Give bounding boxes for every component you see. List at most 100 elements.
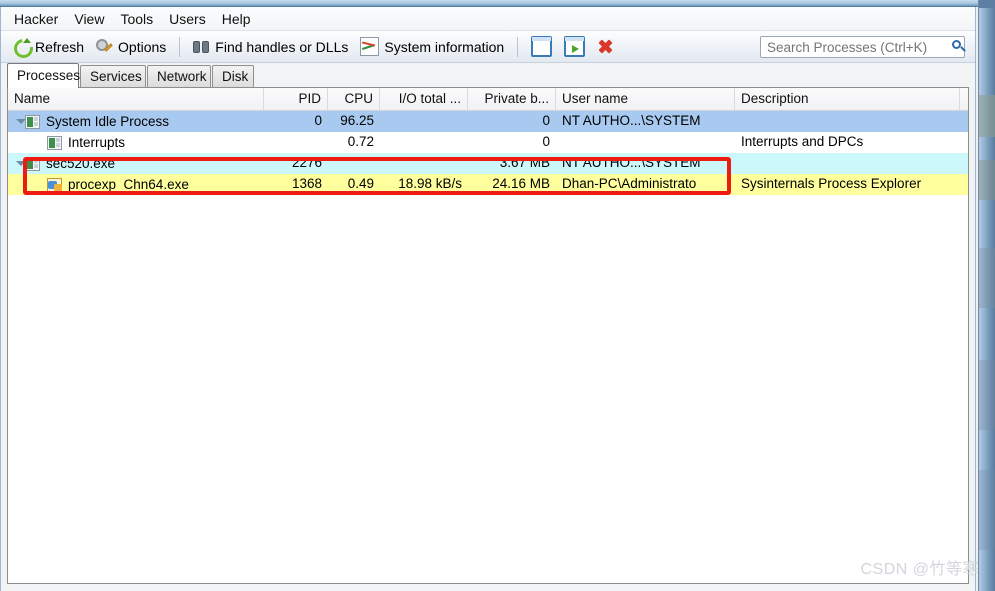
menu-users[interactable]: Users [161,8,214,30]
expander-icon[interactable] [14,111,26,132]
cell-private: 3.67 MB [499,155,550,170]
refresh-icon [13,38,31,55]
binoculars-icon [193,38,210,55]
options-button[interactable]: Options [90,35,172,58]
cell-user: NT AUTHO...\SYSTEM [562,113,701,128]
cell-cpu: 0.72 [347,134,374,149]
cell-description: Interrupts and DPCs [741,134,864,149]
app-icon [47,177,62,192]
process-name-label: System Idle Process [46,113,170,129]
process-icon [25,156,40,171]
search-box[interactable] [760,36,965,58]
desktop-background-strip [978,0,995,591]
cell-process-name: System Idle Process [8,111,264,132]
column-header-private[interactable]: Private b... [468,88,556,110]
cell-io [380,132,468,153]
refresh-label: Refresh [35,38,85,55]
table-row[interactable]: sec520.exe 2276 3.67 MB NT AUTHO...\SYSTEM [8,153,968,174]
table-row[interactable]: System Idle Process 0 96.25 0 NT AUTHO...\SY… [8,111,968,132]
tab-processes[interactable]: Processes [7,63,80,88]
show-window-button[interactable] [525,33,558,60]
column-header-name[interactable]: Name [8,88,264,110]
cell-pid: 1368 [291,176,322,191]
window-run-icon [564,36,586,57]
cell-io: 18.98 kB/s [398,176,462,191]
cell-user: Dhan-PC\Administrato [562,176,697,191]
process-name-label: sec520.exe [46,155,116,171]
cell-cpu: 0.49 [347,176,374,191]
desktop-band [978,160,995,200]
tab-strip: Processes Services Network Disk [1,63,975,88]
cell-process-name: sec520.exe [8,153,264,174]
search-input[interactable] [761,39,948,55]
search-icon[interactable] [948,37,970,57]
column-header-user[interactable]: User name [556,88,735,110]
cell-private: 0 [542,134,550,149]
toolbar-separator [517,36,519,57]
column-header-io[interactable]: I/O total ... [380,88,468,110]
process-list-header: Name PID CPU I/O total ... Private b... User … [8,88,968,111]
desktop-band [978,470,995,550]
cell-io [380,153,468,174]
window-icon [531,36,553,57]
process-name-label: procexp_Chn64.exe [68,176,189,192]
process-name-label: Interrupts [68,134,126,150]
table-row[interactable]: Interrupts 0.72 0 Interrupts and DPCs [8,132,968,153]
expander-icon[interactable] [14,153,26,174]
system-information-button[interactable]: System information [354,34,510,59]
process-hacker-window: Hacker View Tools Users Help Refresh Options… [0,0,979,591]
table-row[interactable]: procexp_Chn64.exe 1368 0.49 18.98 kB/s 24.16… [8,174,968,195]
tab-services[interactable]: Services [80,65,146,87]
menu-help[interactable]: Help [214,8,259,30]
column-header-pid[interactable]: PID [264,88,328,110]
expander-icon [36,132,47,153]
cell-pid: 0 [314,113,322,128]
refresh-button[interactable]: Refresh [7,35,90,58]
desktop-band [978,95,995,137]
window-titlebar[interactable] [0,0,978,7]
toolbar-separator [179,36,181,57]
desktop-band [978,248,995,308]
tab-disk[interactable]: Disk [212,65,254,87]
menu-bar: Hacker View Tools Users Help [1,7,975,31]
toolbar: Refresh Options Find handles or DLLs Sys… [1,31,975,63]
system-information-label: System information [384,38,505,55]
run-as-button[interactable] [558,33,591,60]
window-client-area: Hacker View Tools Users Help Refresh Options… [0,7,976,591]
desktop-band [978,0,995,8]
cell-cpu: 96.25 [340,113,374,128]
cell-io [380,111,468,132]
process-list: Name PID CPU I/O total ... Private b... User … [7,87,969,584]
screenshot-root: Hacker View Tools Users Help Refresh Options… [0,0,995,591]
cell-private: 0 [542,113,550,128]
chart-icon [360,37,380,56]
tab-network[interactable]: Network [147,65,211,87]
menu-hacker[interactable]: Hacker [6,8,66,30]
cell-description: Sysinternals Process Explorer [741,176,922,191]
desktop-band [978,360,995,430]
find-handles-button[interactable]: Find handles or DLLs [187,35,354,58]
cell-private: 24.16 MB [492,176,550,191]
process-list-body: System Idle Process 0 96.25 0 NT AUTHO...\SY… [8,111,968,583]
column-header-cpu[interactable]: CPU [328,88,380,110]
cell-user [556,132,735,153]
cell-description [735,111,960,132]
cell-user: NT AUTHO...\SYSTEM [562,155,701,170]
menu-tools[interactable]: Tools [112,8,161,30]
cell-pid: 2276 [291,155,322,170]
red-x-icon [597,38,614,55]
cell-process-name: Interrupts [8,132,264,153]
column-header-extra[interactable] [960,88,968,110]
cell-cpu [328,153,380,174]
process-icon [25,114,40,129]
column-header-description[interactable]: Description [735,88,960,110]
terminate-button[interactable] [591,35,620,58]
cell-pid [264,132,328,153]
gear-pencil-icon [96,38,113,55]
cell-description [735,153,960,174]
options-label: Options [118,38,167,55]
find-handles-label: Find handles or DLLs [215,38,349,55]
menu-view[interactable]: View [66,8,112,30]
expander-icon [36,174,47,195]
cell-process-name: procexp_Chn64.exe [8,174,264,195]
